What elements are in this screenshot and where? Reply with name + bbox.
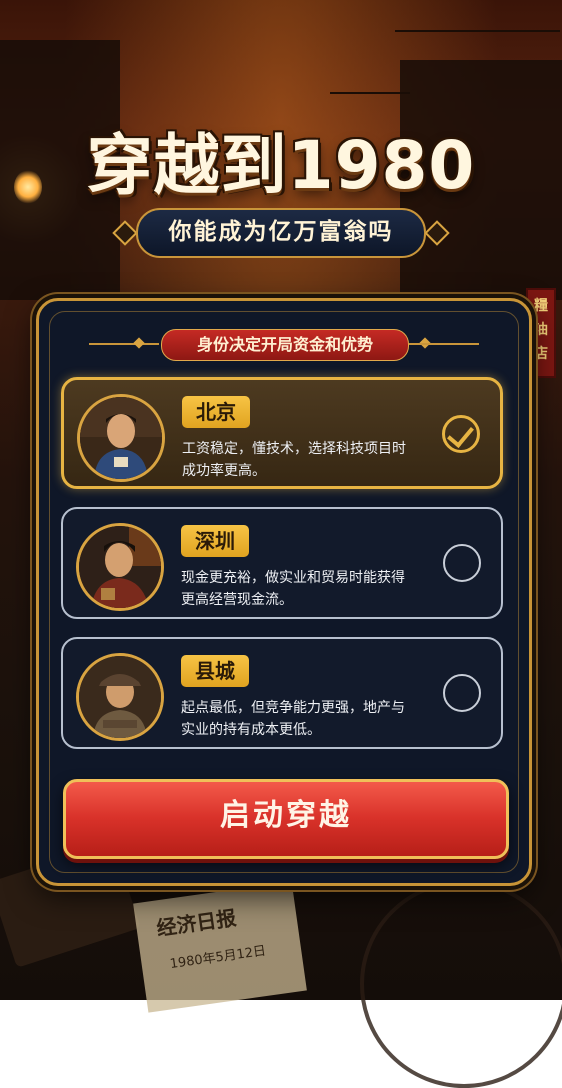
city-tag-beijing: 北京 bbox=[182, 396, 250, 428]
ornament-left-icon bbox=[112, 220, 138, 246]
subtitle-banner: 你能成为亿万富翁吗 bbox=[112, 208, 450, 258]
radio-county[interactable] bbox=[443, 674, 481, 712]
description-line: 工资稳定，懂技术，选择科技项目时 bbox=[182, 441, 406, 457]
newspaper: 经济日报 1980年5月12日 bbox=[133, 881, 307, 1013]
option-card-shenzhen[interactable]: 深圳 现金更充裕，做实业和贸易时能获得 更高经营现金流。 bbox=[61, 507, 503, 619]
avatar-county bbox=[76, 653, 164, 741]
radio-beijing[interactable] bbox=[442, 415, 480, 453]
subtitle-text: 你能成为亿万富翁吗 bbox=[136, 208, 426, 258]
option-card-beijing[interactable]: 北京 工资稳定，懂技术，选择科技项目时 成功率更高。 bbox=[61, 377, 503, 489]
ornament-right-icon bbox=[424, 220, 450, 246]
description-line: 现金更充裕，做实业和贸易时能获得 bbox=[181, 570, 405, 586]
option-description: 工资稳定，懂技术，选择科技项目时 成功率更高。 bbox=[182, 438, 422, 482]
avatar-beijing bbox=[77, 394, 165, 482]
bicycle-wheel bbox=[360, 880, 562, 1088]
badge-line-right bbox=[409, 343, 479, 345]
avatar-shenzhen bbox=[76, 523, 164, 611]
city-tag-shenzhen: 深圳 bbox=[181, 525, 249, 557]
option-description: 起点最低，但竞争能力更强，地产与 实业的持有成本更低。 bbox=[181, 697, 421, 741]
option-description: 现金更充裕，做实业和贸易时能获得 更高经营现金流。 bbox=[181, 567, 421, 611]
crane-arm bbox=[395, 30, 560, 32]
badge-row: 身份决定开局资金和优势 bbox=[39, 329, 529, 361]
game-title: 穿越到1980 bbox=[86, 127, 476, 204]
city-tag-county: 县城 bbox=[181, 655, 249, 687]
check-icon bbox=[447, 419, 474, 449]
option-card-county[interactable]: 县城 起点最低，但竞争能力更强，地产与 实业的持有成本更低。 bbox=[61, 637, 503, 749]
newspaper-date: 1980年5月12日 bbox=[168, 943, 267, 973]
description-line: 起点最低，但竞争能力更强，地产与 bbox=[181, 700, 405, 716]
badge-line-left bbox=[89, 343, 159, 345]
radio-shenzhen[interactable] bbox=[443, 544, 481, 582]
section-badge: 身份决定开局资金和优势 bbox=[161, 329, 409, 361]
newspaper-title: 经济日报 bbox=[155, 905, 238, 941]
start-time-travel-button[interactable]: 启动穿越 bbox=[63, 779, 509, 859]
description-line: 实业的持有成本更低。 bbox=[181, 722, 321, 738]
description-line: 成功率更高。 bbox=[182, 463, 266, 479]
crane-arm-2 bbox=[330, 92, 410, 94]
description-line: 更高经营现金流。 bbox=[181, 592, 293, 608]
identity-panel: 身份决定开局资金和优势 北京 工资稳定，懂技术，选择科技项目时 成功率更高。 深… bbox=[36, 298, 532, 886]
badge-ornament-left-icon bbox=[133, 337, 145, 349]
